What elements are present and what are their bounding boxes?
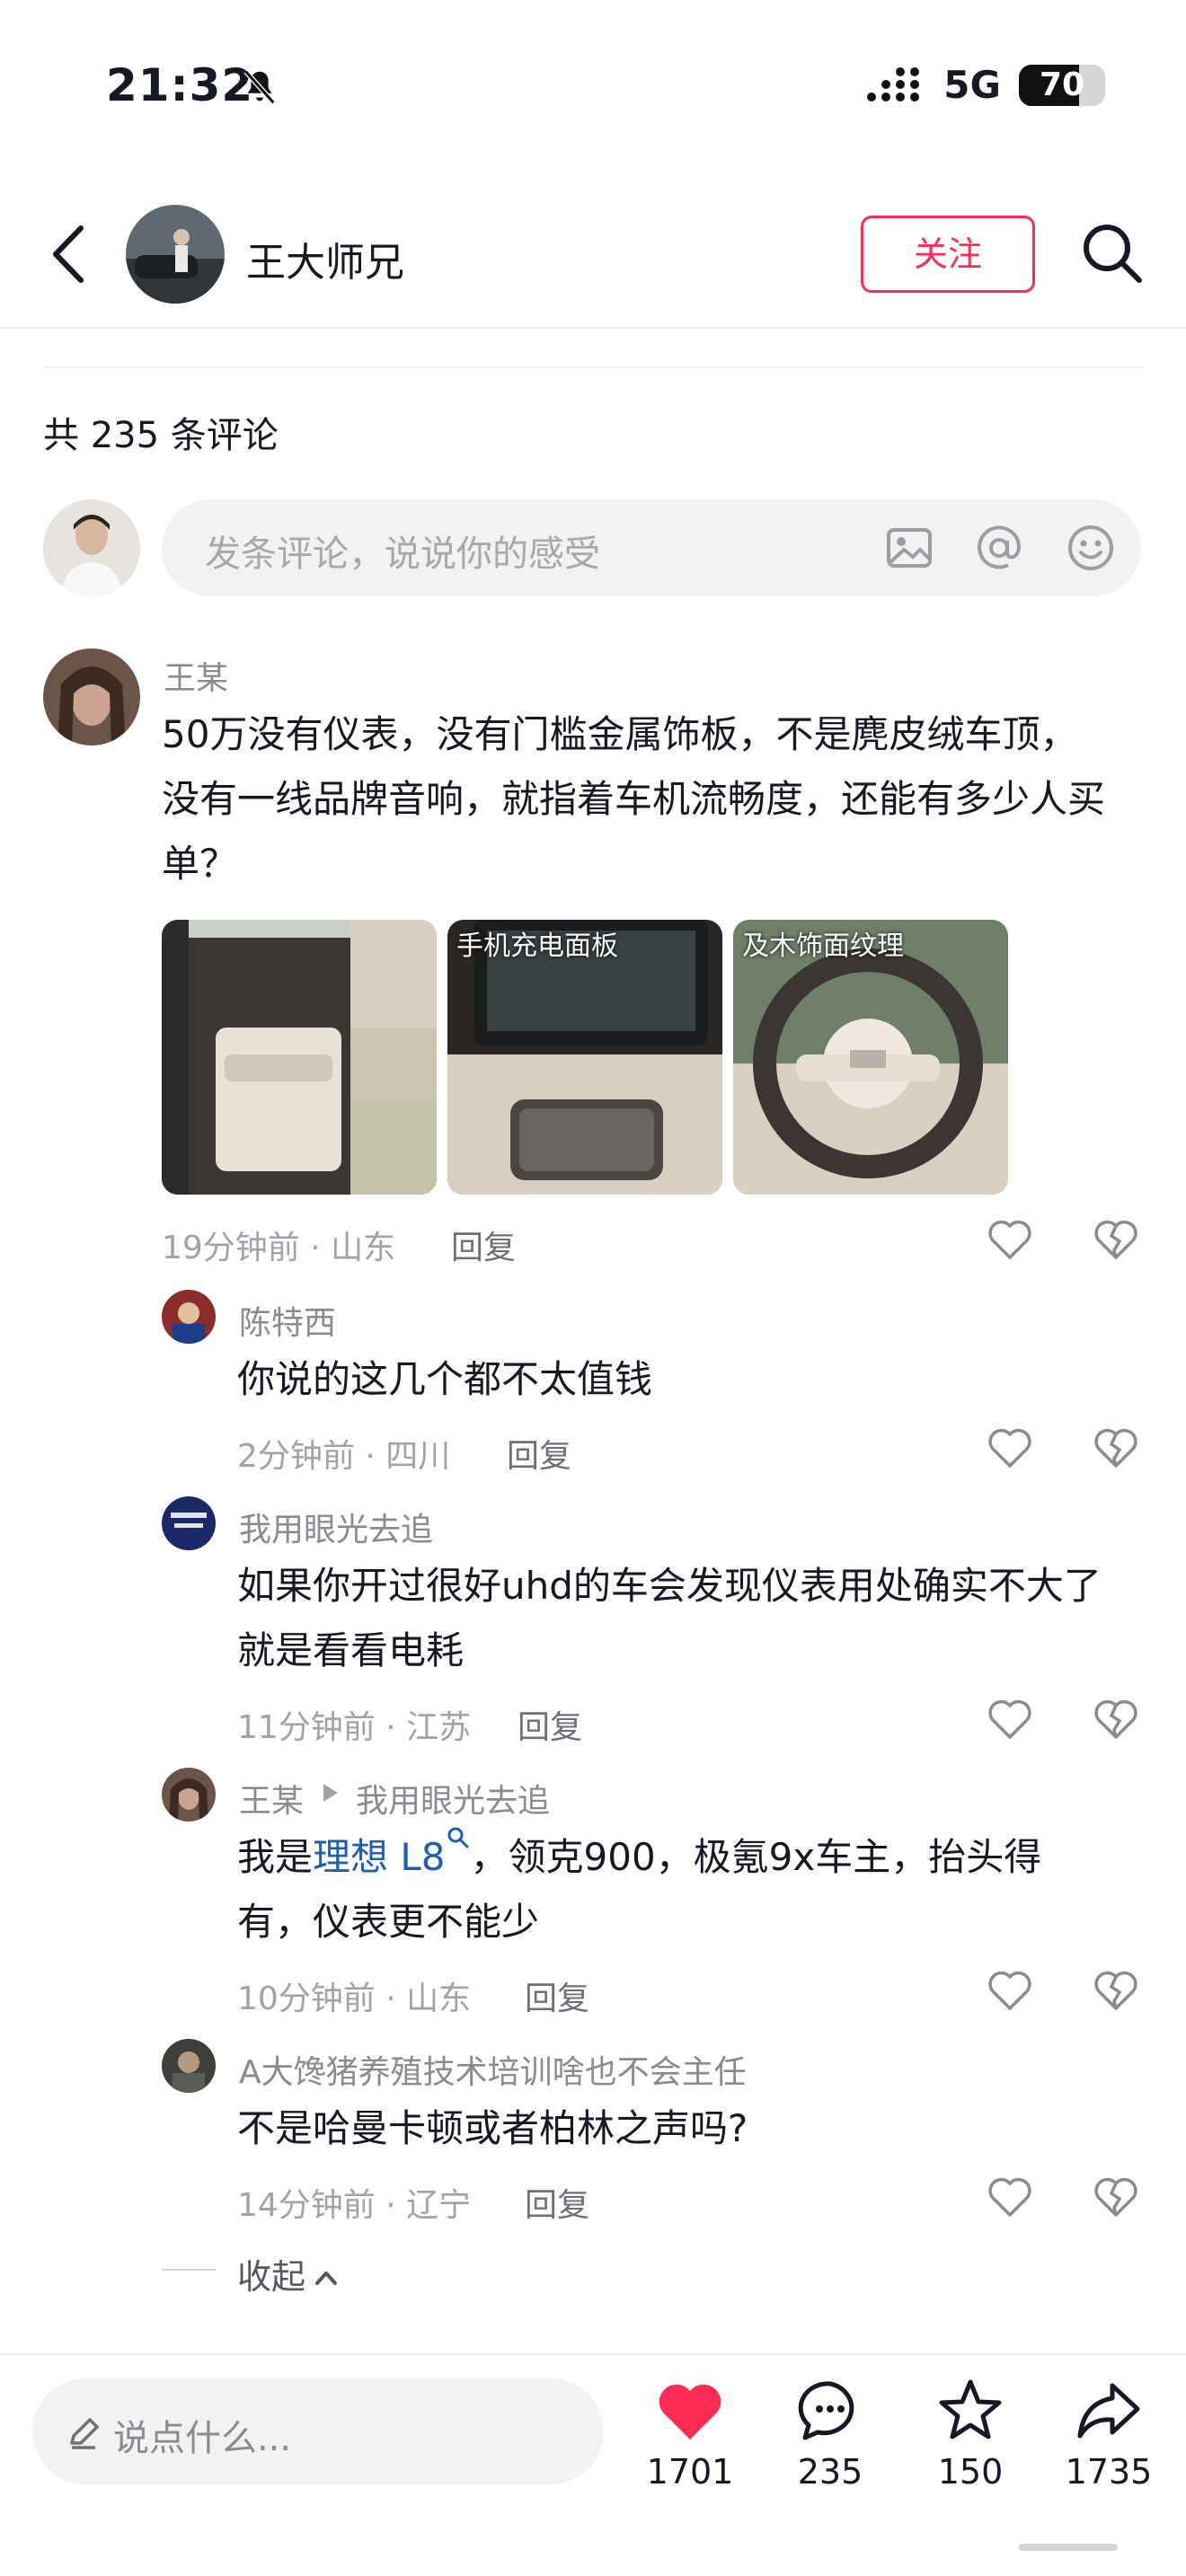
comment-count: 共 235 条评论 <box>43 415 279 456</box>
battery-icon: 70 <box>1019 64 1105 106</box>
comment-image-1[interactable] <box>162 920 437 1195</box>
reply-username[interactable]: A大馋猪养殖技术培训啥也不会主任 <box>239 2046 747 2093</box>
network-type: 5G <box>943 63 1001 107</box>
reply-text: 不是哈曼卡顿或者柏林之声吗? <box>237 2106 748 2150</box>
comment-count-bottom: 235 <box>797 2452 863 2492</box>
follow-button[interactable]: 关注 <box>861 216 1035 293</box>
bottom-input-placeholder: 说点什么... <box>113 2418 292 2459</box>
battery-percent: 70 <box>1039 66 1085 103</box>
reply-button[interactable]: 回复 <box>507 1430 571 1477</box>
reply-avatar[interactable] <box>162 2039 216 2093</box>
favorite-star-icon[interactable] <box>936 2377 1005 2445</box>
reply-button[interactable]: 回复 <box>525 2179 589 2226</box>
bottom-bar-divider <box>0 2353 1186 2355</box>
reply-text-line2: 有，仪表更不能少 <box>237 1900 540 1944</box>
favorite-count: 150 <box>937 2452 1004 2492</box>
dislike-broken-heart-icon[interactable] <box>1093 1425 1139 1469</box>
collapse-button[interactable]: 收起 <box>237 2249 340 2298</box>
mute-bell-icon <box>243 69 276 105</box>
share-count: 1735 <box>1065 2452 1153 2492</box>
reply-button[interactable]: 回复 <box>518 1701 582 1748</box>
search-link[interactable]: 理想 L8 <box>313 1835 445 1879</box>
status-right: 5G 70 <box>866 63 1105 107</box>
back-arrow-icon[interactable] <box>47 223 90 286</box>
comment-image-3[interactable]: 及木饰面纹理 <box>733 920 1008 1195</box>
reply-avatar[interactable] <box>162 1290 216 1344</box>
reply-button[interactable]: 回复 <box>451 1222 516 1268</box>
reply-meta: 11分钟前 · 江苏 <box>237 1709 472 1746</box>
reply-username[interactable]: 我用眼光去追 <box>239 1504 433 1550</box>
reply-username[interactable]: 陈特西 <box>239 1297 336 1344</box>
reply-text-line1: 如果你开过很好uhd的车会发现仪表用处确实不大了 <box>237 1564 1102 1608</box>
reply-meta: 14分钟前 · 辽宁 <box>237 2187 472 2224</box>
reply-text: 你说的这几个都不太值钱 <box>237 1357 653 1401</box>
status-time: 21:32 <box>106 59 254 111</box>
comment-bubble-icon[interactable] <box>796 2377 864 2445</box>
my-avatar <box>43 499 140 596</box>
comment-meta: 19分钟前 · 山东 <box>162 1230 396 1266</box>
image-caption: 及木饰面纹理 <box>742 931 904 962</box>
like-heart-icon[interactable] <box>987 1216 1033 1261</box>
dislike-broken-heart-icon[interactable] <box>1093 1696 1139 1741</box>
signal-icon <box>867 66 920 101</box>
link-search-icon[interactable] <box>446 1825 471 1850</box>
comment-username[interactable]: 王某 <box>164 652 228 699</box>
reply-text-line2: 就是看看电耗 <box>237 1628 465 1672</box>
author-avatar[interactable] <box>126 205 225 304</box>
reply-button[interactable]: 回复 <box>525 1972 589 2019</box>
header-divider <box>0 327 1186 329</box>
reply-username[interactable]: 王某 <box>239 1775 304 1822</box>
reply-text-line1: 我是理想 L8 ，领克900，极氪9x车主，抬头得 <box>237 1825 1041 1890</box>
reply-to-username[interactable]: 我用眼光去追 <box>356 1775 550 1822</box>
section-divider <box>43 366 1143 368</box>
dislike-broken-heart-icon[interactable] <box>1093 2174 1139 2219</box>
reply-to-arrow-icon <box>323 1784 338 1802</box>
image-caption: 手机充电面板 <box>456 931 618 962</box>
like-count: 1701 <box>646 2452 734 2492</box>
comment-image-2[interactable]: 手机充电面板 <box>447 920 722 1195</box>
like-heart-icon[interactable] <box>987 1696 1033 1741</box>
dislike-broken-heart-icon[interactable] <box>1093 1967 1139 2012</box>
like-heart-filled-icon[interactable] <box>656 2377 724 2445</box>
reply-avatar[interactable] <box>162 1768 216 1822</box>
mention-icon[interactable] <box>974 523 1024 573</box>
emoji-icon[interactable] <box>1066 523 1116 573</box>
comment-text: 50万没有仪表，没有门槛金属饰板，不是麂皮绒车顶，没有一线品牌音响，就指着车机流… <box>162 712 1106 886</box>
comment-input-placeholder: 发条评论，说说你的感受 <box>205 534 600 575</box>
commenter-avatar[interactable] <box>43 648 140 745</box>
pen-icon <box>70 2418 99 2449</box>
chevron-up-icon <box>315 2272 338 2285</box>
like-heart-icon[interactable] <box>987 2174 1033 2219</box>
collapse-divider <box>162 2269 216 2271</box>
reply-meta: 2分钟前 · 四川 <box>237 1438 451 1475</box>
reply-meta: 10分钟前 · 山东 <box>237 1981 472 2017</box>
search-icon[interactable] <box>1078 219 1146 287</box>
reply-avatar[interactable] <box>162 1496 216 1550</box>
like-heart-icon[interactable] <box>987 1425 1033 1469</box>
like-heart-icon[interactable] <box>987 1967 1033 2012</box>
author-name[interactable]: 王大师兄 <box>246 230 404 287</box>
dislike-broken-heart-icon[interactable] <box>1093 1216 1139 1261</box>
home-indicator <box>1019 2544 1118 2551</box>
share-arrow-icon[interactable] <box>1075 2377 1143 2445</box>
image-icon[interactable] <box>884 523 934 573</box>
